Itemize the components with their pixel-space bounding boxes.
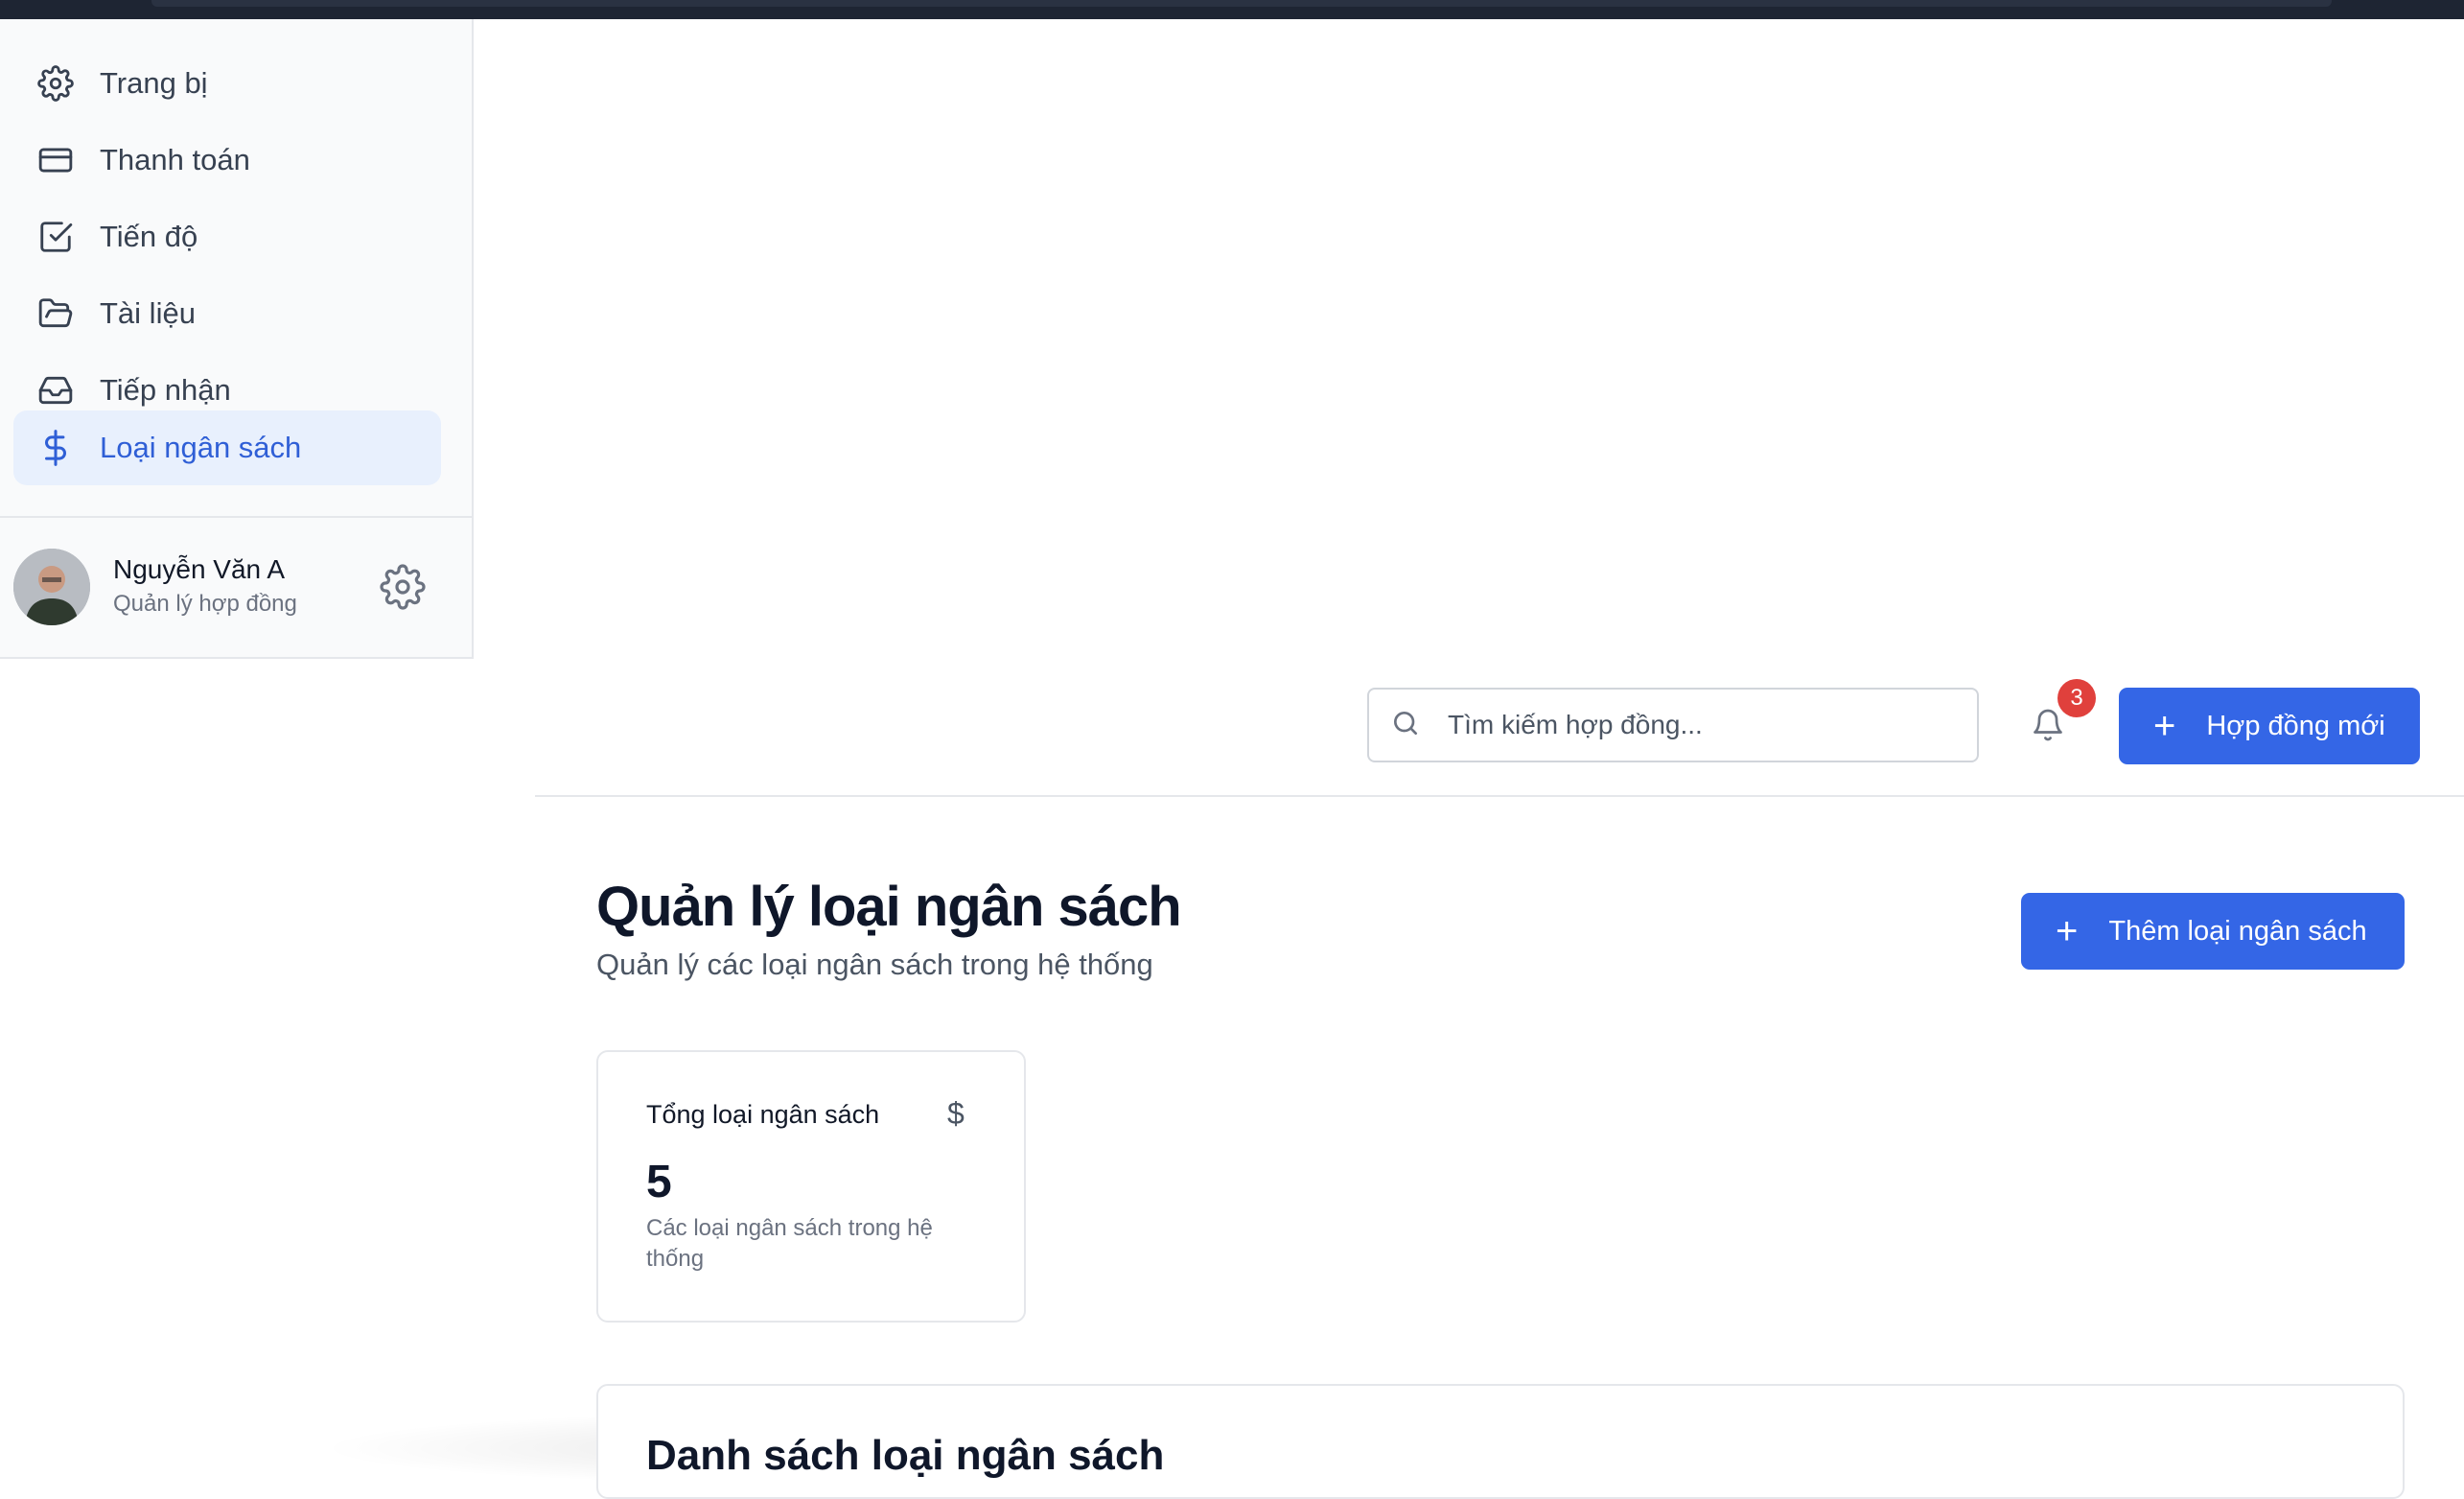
folder-open-icon	[36, 294, 75, 333]
credit-card-icon	[36, 141, 75, 179]
notification-badge: 3	[2057, 679, 2096, 717]
bell-icon	[2034, 709, 2062, 741]
inbox-icon	[36, 371, 75, 410]
sidebar-item-label: Tiến độ	[100, 220, 198, 253]
dollar-icon	[36, 429, 75, 467]
new-contract-button[interactable]: + Hợp đồng mới	[2119, 688, 2420, 764]
add-budget-type-button[interactable]: + Thêm loại ngân sách	[2021, 893, 2405, 970]
sidebar-divider	[0, 516, 472, 518]
gear-icon	[380, 564, 426, 610]
header-divider	[535, 795, 2464, 797]
gear-icon	[36, 64, 75, 103]
avatar[interactable]	[13, 549, 90, 625]
user-role: Quản lý hợp đồng	[113, 591, 297, 617]
sidebar-item-equipment[interactable]: Trang bị	[13, 46, 441, 121]
sidebar-item-budget-types[interactable]: Loại ngân sách	[13, 410, 441, 485]
sidebar-item-label: Tài liệu	[100, 296, 196, 330]
check-square-icon	[36, 218, 75, 256]
user-settings-button[interactable]	[380, 564, 426, 610]
budget-type-list-card: Danh sách loại ngân sách	[596, 1384, 2405, 1499]
stat-card-total-budget-types: Tổng loại ngân sách $ 5 Các loại ngân sá…	[596, 1050, 1026, 1323]
sidebar-item-label: Trang bị	[100, 66, 208, 100]
add-budget-type-label: Thêm loại ngân sách	[2108, 915, 2367, 947]
browser-top-bar	[0, 0, 2464, 19]
sidebar-item-progress[interactable]: Tiến độ	[13, 199, 441, 274]
plus-icon: +	[2153, 705, 2176, 747]
sidebar-item-documents[interactable]: Tài liệu	[13, 276, 441, 351]
notifications-button[interactable]	[2031, 708, 2069, 746]
dollar-icon: $	[947, 1096, 965, 1131]
page-subtitle: Quản lý các loại ngân sách trong hệ thốn…	[596, 948, 1153, 981]
new-contract-label: Hợp đồng mới	[2206, 710, 2385, 741]
sidebar-item-label: Loại ngân sách	[100, 431, 302, 464]
sidebar-item-label: Tiếp nhận	[100, 373, 231, 407]
sidebar-item-label: Thanh toán	[100, 143, 250, 176]
list-title: Danh sách loại ngân sách	[646, 1432, 1165, 1479]
search-icon	[1390, 708, 1425, 742]
search-input[interactable]	[1446, 709, 1948, 741]
search-box[interactable]	[1367, 688, 1979, 762]
stat-value: 5	[646, 1157, 672, 1207]
plus-icon: +	[2056, 910, 2079, 952]
page-title: Quản lý loại ngân sách	[596, 876, 1182, 938]
sidebar-item-payment[interactable]: Thanh toán	[13, 123, 441, 198]
stat-label: Tổng loại ngân sách	[646, 1100, 880, 1129]
sidebar: Trang bị Thanh toán Tiến độ Tài liệu Tiế…	[0, 19, 474, 659]
user-name: Nguyễn Văn A	[113, 554, 286, 584]
stat-description: Các loại ngân sách trong hệ thống	[646, 1215, 933, 1272]
